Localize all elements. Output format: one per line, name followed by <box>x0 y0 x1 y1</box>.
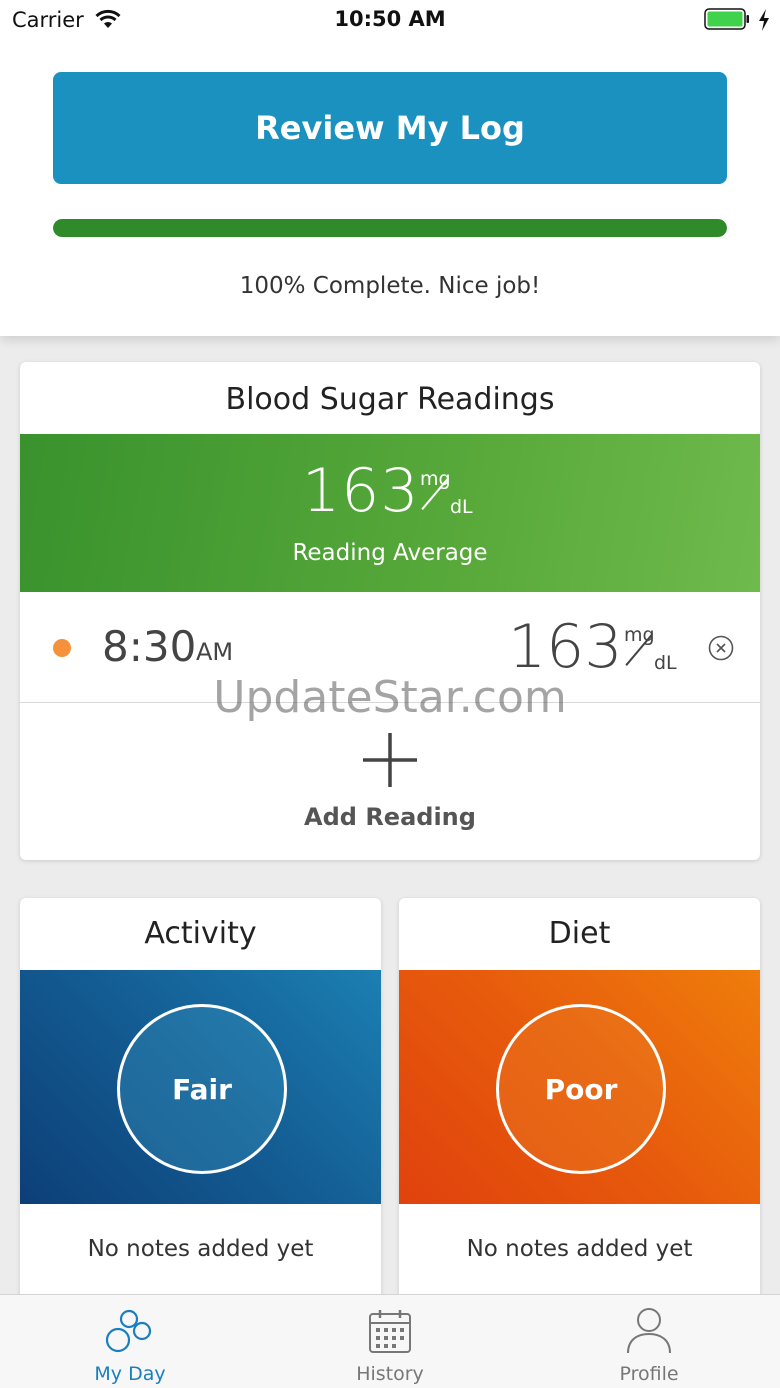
activity-banner: Fair <box>20 970 381 1204</box>
status-time: 10:50 AM <box>334 7 446 31</box>
my-day-icon <box>105 1309 152 1353</box>
status-bar: Carrier 10:50 AM <box>0 0 780 40</box>
reading-time: 8:30 <box>102 622 197 671</box>
tab-profile[interactable]: Profile <box>569 1295 729 1388</box>
tab-history-label: History <box>356 1363 424 1385</box>
blood-sugar-card: Blood Sugar Readings 163 mg dL Reading A… <box>20 362 760 860</box>
tab-profile-label: Profile <box>619 1363 679 1385</box>
tab-my-day-label: My Day <box>94 1363 166 1385</box>
add-reading-button[interactable]: Add Reading <box>20 707 760 857</box>
activity-card[interactable]: Activity Fair No notes added yet <box>20 898 381 1318</box>
activity-title: Activity <box>144 916 257 951</box>
progress-bar <box>53 219 727 237</box>
diet-notes: No notes added yet <box>466 1236 693 1262</box>
reading-average-label: Reading Average <box>292 540 488 566</box>
diet-banner: Poor <box>399 970 760 1204</box>
diet-title: Diet <box>548 916 611 951</box>
activity-notes: No notes added yet <box>87 1236 314 1262</box>
progress-fill <box>53 219 727 237</box>
diet-card[interactable]: Diet Poor No notes added yet <box>399 898 760 1318</box>
reading-status-dot <box>53 639 71 657</box>
reading-unit-dl: dL <box>654 652 677 674</box>
add-reading-label: Add Reading <box>304 803 476 831</box>
average-unit-dl: dL <box>450 496 473 518</box>
reading-ampm: AM <box>196 638 234 666</box>
charging-bolt-icon <box>759 9 769 31</box>
progress-text: 100% Complete. Nice job! <box>239 273 541 299</box>
tab-bar: My Day History Profile <box>0 1294 780 1388</box>
remove-reading-icon[interactable] <box>708 635 734 661</box>
calendar-icon <box>369 1310 411 1353</box>
average-value: 163 <box>302 456 420 526</box>
log-header: Review My Log 100% Complete. Nice job! <box>0 40 780 336</box>
activity-rating[interactable]: Fair <box>117 1004 287 1174</box>
tab-history[interactable]: History <box>310 1295 470 1388</box>
tab-my-day[interactable]: My Day <box>50 1295 210 1388</box>
review-my-log-button[interactable]: Review My Log <box>53 72 727 184</box>
battery-icon <box>704 8 749 30</box>
reading-average-banner: 163 mg dL Reading Average <box>20 434 760 592</box>
diet-rating[interactable]: Poor <box>496 1004 666 1174</box>
person-icon <box>627 1308 671 1354</box>
plus-icon <box>363 733 417 787</box>
blood-sugar-title: Blood Sugar Readings <box>225 382 555 417</box>
watermark: UpdateStar.com <box>213 672 567 723</box>
